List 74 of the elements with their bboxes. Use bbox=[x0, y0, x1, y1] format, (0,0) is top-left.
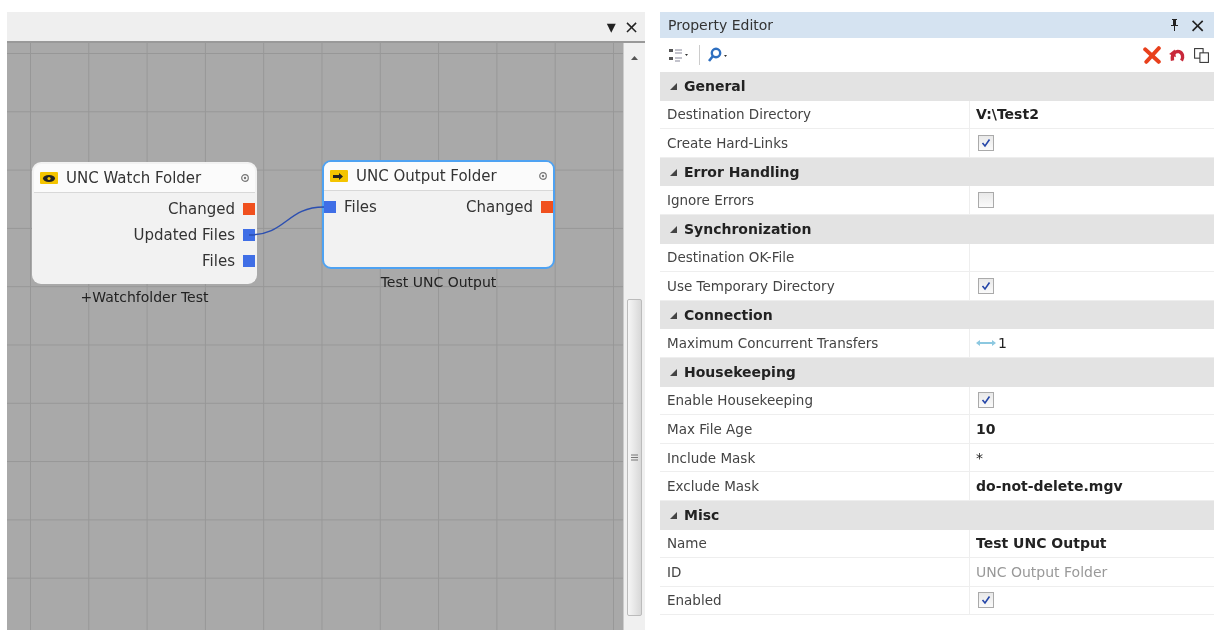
category-header[interactable]: Synchronization bbox=[660, 214, 1214, 244]
property-label: Include Mask bbox=[667, 449, 756, 466]
property-label: Name bbox=[667, 535, 707, 552]
property-label: Destination OK-File bbox=[667, 249, 795, 266]
checkbox[interactable] bbox=[978, 392, 994, 409]
input-port[interactable] bbox=[324, 201, 336, 213]
port-label: Files bbox=[344, 198, 377, 216]
property-value: Test UNC Output bbox=[976, 535, 1107, 552]
category-name: Connection bbox=[684, 307, 773, 324]
node-card[interactable]: UNC Watch Folder Changed Updated Files Files bbox=[32, 162, 257, 284]
property-label: ID bbox=[667, 563, 682, 580]
checkbox[interactable] bbox=[978, 135, 994, 151]
grip-icon bbox=[631, 454, 638, 461]
checkbox[interactable] bbox=[978, 592, 994, 609]
category-name: Housekeeping bbox=[684, 364, 796, 381]
copy-icon[interactable] bbox=[1193, 46, 1210, 64]
property-value: * bbox=[976, 449, 983, 466]
property-value: V:\Test2 bbox=[976, 106, 1039, 123]
close-button[interactable]: × bbox=[1189, 16, 1206, 34]
category-header[interactable]: Misc bbox=[660, 500, 1214, 530]
checkmark-icon bbox=[981, 395, 991, 406]
dropdown-button[interactable]: ▾ bbox=[606, 17, 616, 36]
collapse-icon[interactable] bbox=[670, 168, 677, 176]
port-label: Changed bbox=[466, 198, 533, 216]
gear-icon[interactable] bbox=[539, 172, 547, 180]
pin-icon[interactable] bbox=[1170, 19, 1180, 31]
collapse-icon[interactable] bbox=[670, 511, 677, 519]
collapse-icon[interactable] bbox=[670, 311, 677, 319]
checkmark-icon bbox=[981, 595, 991, 606]
property-value: 1 bbox=[998, 335, 1007, 352]
category-header[interactable]: Housekeeping bbox=[660, 357, 1214, 387]
node-title: UNC Watch Folder bbox=[66, 169, 203, 187]
eye-icon bbox=[40, 172, 58, 184]
node-card[interactable]: UNC Output Folder Files Changed bbox=[322, 160, 555, 269]
property-label: Enabled bbox=[667, 592, 722, 609]
category-name: Synchronization bbox=[684, 221, 812, 238]
scroll-thumb[interactable] bbox=[627, 299, 642, 616]
category-header[interactable]: General bbox=[660, 72, 1214, 101]
property-value: do-not-delete.mgv bbox=[976, 478, 1123, 495]
property-label: Enable Housekeeping bbox=[667, 392, 813, 409]
category-header[interactable]: Connection bbox=[660, 300, 1214, 330]
connection-wire[interactable] bbox=[248, 206, 325, 236]
close-button[interactable]: × bbox=[623, 17, 639, 36]
node-caption: Test UNC Output bbox=[379, 274, 498, 290]
delete-icon[interactable] bbox=[1143, 46, 1161, 64]
panel-title: Property Editor bbox=[668, 17, 774, 33]
collapse-icon[interactable] bbox=[670, 368, 677, 376]
collapse-icon[interactable] bbox=[670, 225, 677, 233]
property-label: Maximum Concurrent Transfers bbox=[667, 335, 879, 352]
checkbox[interactable] bbox=[978, 277, 994, 294]
property-label: Use Temporary Directory bbox=[667, 277, 835, 294]
port-label: Updated Files bbox=[133, 226, 235, 244]
gear-icon[interactable] bbox=[241, 174, 249, 182]
category-name: General bbox=[684, 78, 746, 95]
property-label: Create Hard-Links bbox=[667, 135, 788, 151]
checkmark-icon bbox=[981, 138, 991, 148]
checkmark-icon bbox=[981, 280, 991, 291]
category-name: Error Handling bbox=[684, 164, 800, 181]
property-value: 10 bbox=[976, 420, 996, 437]
property-label: Destination Directory bbox=[667, 106, 811, 123]
category-header[interactable]: Error Handling bbox=[660, 157, 1214, 187]
property-label: Exclude Mask bbox=[667, 478, 759, 495]
property-label: Ignore Errors bbox=[667, 192, 755, 209]
node-caption: +Watchfolder Test bbox=[79, 289, 210, 305]
port-label: Changed bbox=[168, 200, 235, 218]
checkbox[interactable] bbox=[978, 192, 994, 209]
scroll-up-icon[interactable] bbox=[631, 56, 638, 60]
collapse-icon[interactable] bbox=[670, 82, 677, 90]
property-value: UNC Output Folder bbox=[976, 563, 1108, 580]
property-label: Max File Age bbox=[667, 420, 753, 437]
node-title: UNC Output Folder bbox=[356, 167, 498, 185]
port-label: Files bbox=[202, 252, 235, 270]
category-name: Misc bbox=[684, 507, 720, 524]
scrollbar[interactable] bbox=[623, 43, 645, 630]
